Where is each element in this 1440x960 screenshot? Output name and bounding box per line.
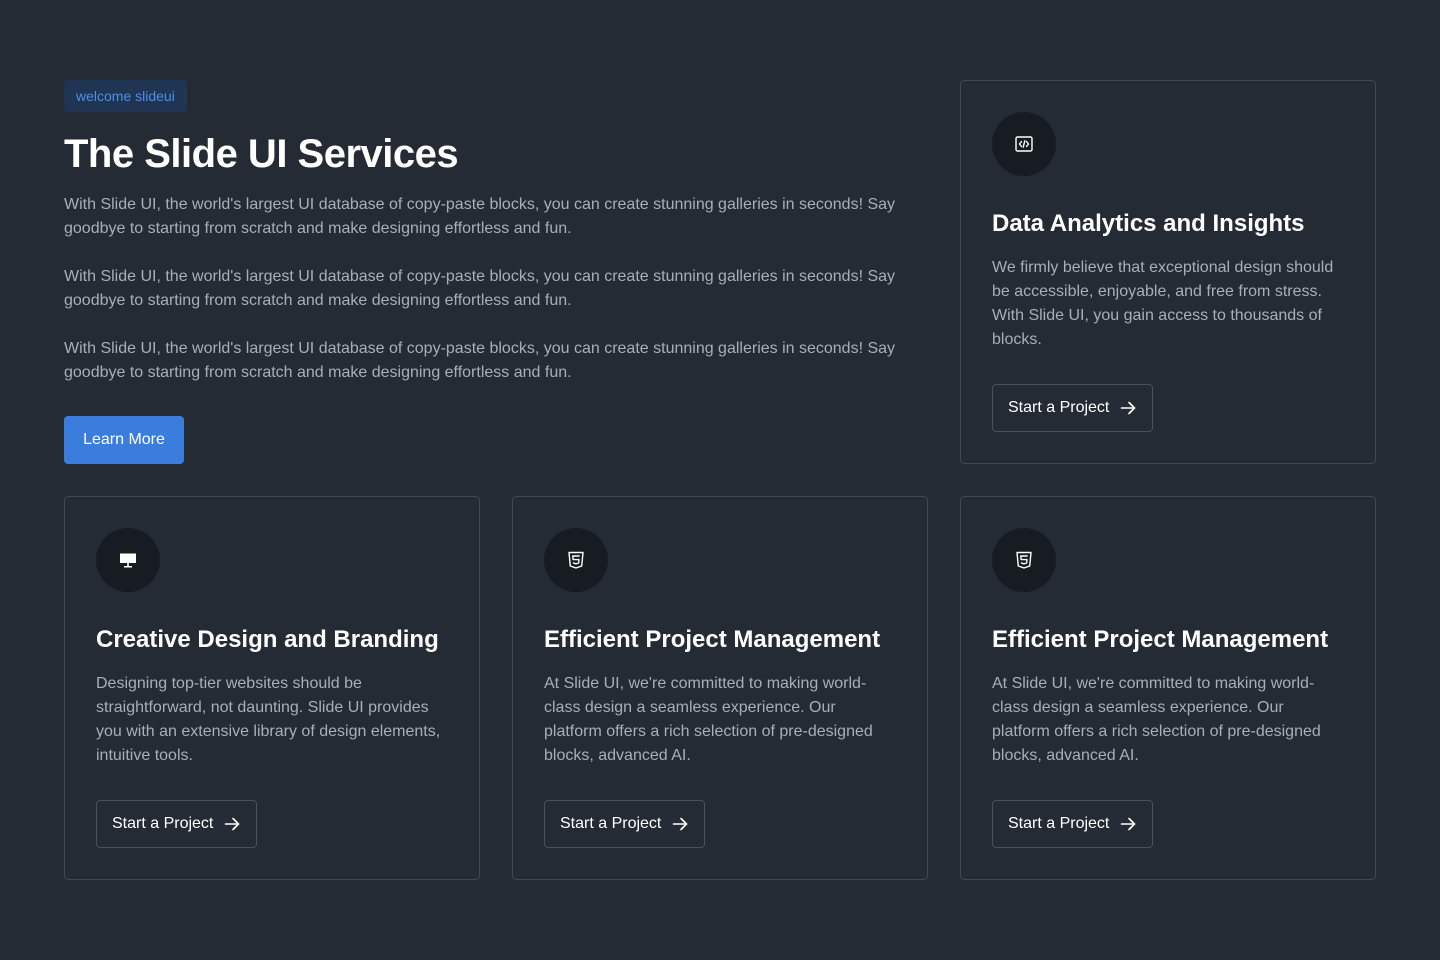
hero-section: welcome slideui The Slide UI Services Wi… — [64, 80, 928, 464]
card-description: We firmly believe that exceptional desig… — [992, 259, 1334, 348]
services-page: welcome slideui The Slide UI Services Wi… — [0, 0, 1440, 960]
start-project-button[interactable]: Start a Project — [992, 800, 1154, 848]
start-project-button[interactable]: Start a Project — [96, 800, 258, 848]
learn-more-button[interactable]: Learn More — [64, 416, 184, 464]
button-label: Start a Project — [1008, 815, 1110, 832]
service-card-data-analytics: Data Analytics and Insights We firmly be… — [960, 80, 1376, 464]
card-description: Designing top-tier websites should be st… — [96, 675, 441, 764]
html5-icon — [544, 528, 608, 592]
service-card-project-management: Efficient Project Management At Slide UI… — [960, 496, 1376, 880]
arrow-right-icon — [1119, 815, 1137, 833]
hero-paragraph: With Slide UI, the world's largest UI da… — [64, 196, 896, 237]
service-card-project-management: Efficient Project Management At Slide UI… — [512, 496, 928, 880]
start-project-button[interactable]: Start a Project — [544, 800, 706, 848]
button-label: Start a Project — [1008, 399, 1110, 416]
card-description: At Slide UI, we're committed to making w… — [992, 675, 1321, 764]
hero-paragraph: With Slide UI, the world's largest UI da… — [64, 340, 896, 381]
button-label: Start a Project — [112, 815, 214, 832]
arrow-right-icon — [1119, 399, 1137, 417]
card-title: Creative Design and Branding — [96, 626, 439, 653]
service-card-creative-design: Creative Design and Branding Designing t… — [64, 496, 480, 880]
start-project-button[interactable]: Start a Project — [992, 384, 1154, 432]
arrow-right-icon — [671, 815, 689, 833]
code-icon — [992, 112, 1056, 176]
button-label: Start a Project — [560, 815, 662, 832]
html5-icon — [992, 528, 1056, 592]
card-title: Data Analytics and Insights — [992, 210, 1305, 237]
card-title: Efficient Project Management — [992, 626, 1329, 653]
page-title: The Slide UI Services — [64, 132, 459, 176]
card-description: At Slide UI, we're committed to making w… — [544, 675, 873, 764]
hero-description: With Slide UI, the world's largest UI da… — [64, 193, 928, 385]
card-title: Efficient Project Management — [544, 626, 881, 653]
welcome-badge: welcome slideui — [64, 80, 187, 112]
hero-paragraph: With Slide UI, the world's largest UI da… — [64, 268, 896, 309]
arrow-right-icon — [223, 815, 241, 833]
monitor-icon — [96, 528, 160, 592]
